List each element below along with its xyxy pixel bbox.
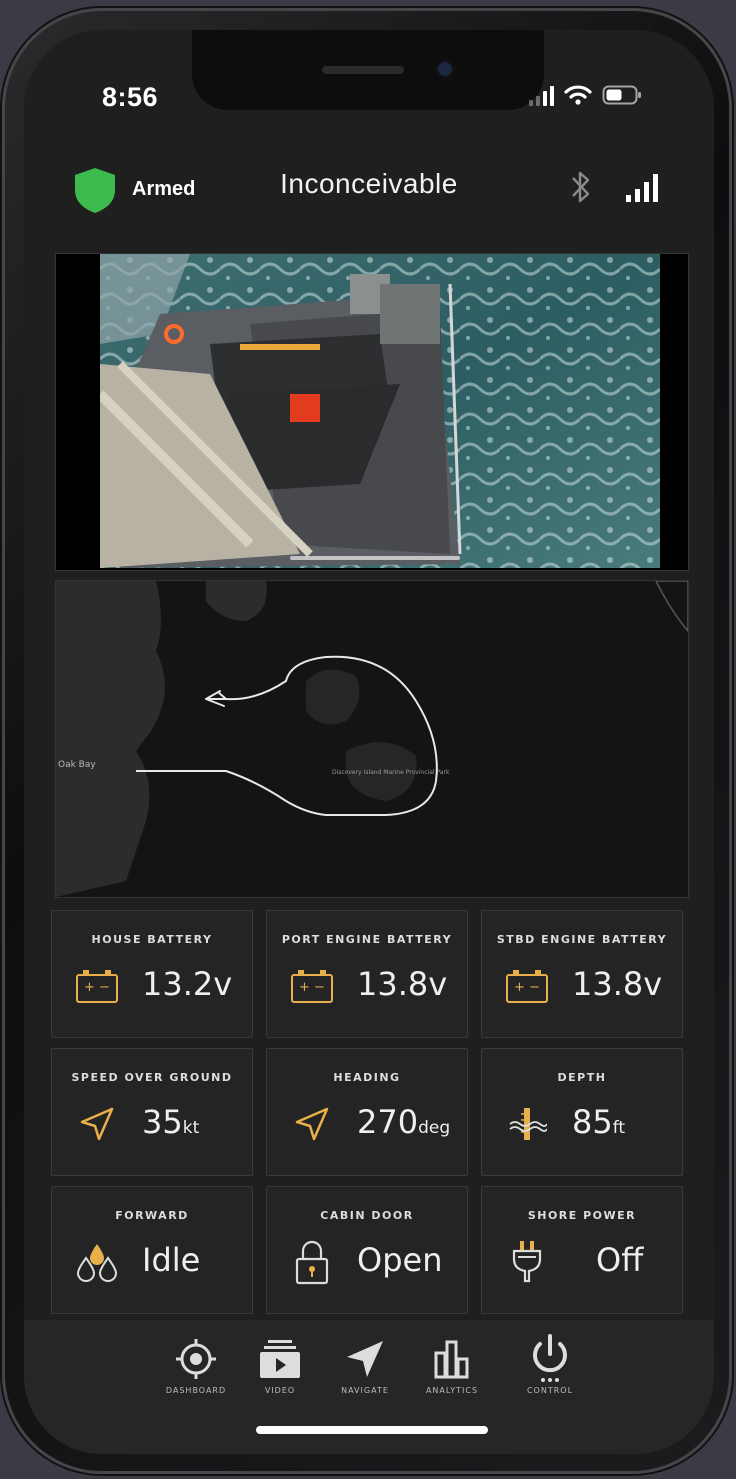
wifi-icon [564, 85, 592, 105]
tile-value: 13.8v [357, 965, 448, 1003]
notch [192, 30, 544, 110]
tab-dashboard[interactable]: DASHBOARD [156, 1336, 236, 1395]
tile-label: SPEED OVER GROUND [71, 1071, 233, 1084]
navigation-arrow-icon [74, 1101, 120, 1147]
svg-text:+ −: + − [84, 980, 110, 995]
bluetooth-icon[interactable] [568, 168, 594, 206]
bar-chart-icon [412, 1336, 492, 1382]
tab-label: ANALYTICS [425, 1386, 479, 1395]
tile-forward-bilge[interactable]: FORWARD Idle [51, 1186, 253, 1314]
power-plug-icon [504, 1239, 550, 1285]
route-map[interactable]: Oak Bay Discovery Island Marine Provinci… [55, 580, 689, 898]
crosshair-icon [156, 1336, 236, 1382]
svg-text:+ −: + − [514, 980, 540, 995]
tile-label: CABIN DOOR [320, 1209, 414, 1222]
video-icon [240, 1336, 320, 1382]
tab-video[interactable]: VIDEO [240, 1336, 320, 1395]
tile-value: Off [596, 1241, 644, 1279]
padlock-icon [289, 1239, 335, 1285]
tile-speed-over-ground[interactable]: SPEED OVER GROUND 35kt [51, 1048, 253, 1176]
tile-label: FORWARD [115, 1209, 189, 1222]
power-icon [510, 1334, 590, 1382]
route-arrow [205, 690, 227, 707]
phone-frame: 8:56 Armed Inconceivable Oak Bay Discove… [2, 8, 732, 1474]
app-header: Armed Inconceivable [24, 160, 714, 220]
tile-label: STBD ENGINE BATTERY [496, 933, 668, 946]
status-time: 8:56 [102, 82, 159, 112]
battery-icon: + − [289, 963, 335, 1009]
app-screen: 8:56 Armed Inconceivable Oak Bay Discove… [24, 30, 714, 1454]
navigation-arrow-icon [289, 1101, 335, 1147]
status-icons [529, 84, 642, 106]
tile-cabin-door[interactable]: CABIN DOOR Open [266, 1186, 468, 1314]
battery-icon: + − [504, 963, 550, 1009]
map-label-park: Discovery Island Marine Provincial Park [332, 769, 450, 776]
tile-port-engine-battery[interactable]: PORT ENGINE BATTERY + − 13.8v [266, 910, 468, 1038]
earpiece-speaker [322, 66, 404, 74]
tile-label: PORT ENGINE BATTERY [281, 933, 453, 946]
tab-analytics[interactable]: ANALYTICS [412, 1336, 492, 1395]
svg-text:+ −: + − [299, 980, 325, 995]
tile-label: HEADING [333, 1071, 401, 1084]
tile-label: DEPTH [557, 1071, 607, 1084]
cellular-signal-icon [529, 84, 554, 106]
tile-label: SHORE POWER [527, 1209, 637, 1222]
tile-label: HOUSE BATTERY [91, 933, 213, 946]
camera-feed[interactable] [55, 253, 689, 571]
navigate-arrow-icon [325, 1336, 405, 1382]
tile-stbd-engine-battery[interactable]: STBD ENGINE BATTERY + − 13.8v [481, 910, 683, 1038]
tile-value: Idle [142, 1241, 201, 1279]
tile-house-battery[interactable]: HOUSE BATTERY + − 13.2v [51, 910, 253, 1038]
map-label-oak-bay: Oak Bay [58, 760, 96, 770]
tile-depth[interactable]: DEPTH 85ft [481, 1048, 683, 1176]
home-indicator[interactable] [256, 1426, 488, 1434]
battery-icon [602, 85, 641, 105]
tile-value: 270deg [357, 1103, 451, 1141]
map-canvas: Oak Bay Discovery Island Marine Provinci… [56, 581, 688, 897]
tab-label: VIDEO [264, 1386, 296, 1395]
tab-label: CONTROL [526, 1386, 574, 1395]
tile-value: 85ft [572, 1103, 626, 1141]
vessel-name: Inconceivable [280, 168, 458, 199]
tile-heading[interactable]: HEADING 270deg [266, 1048, 468, 1176]
tile-value: 35kt [142, 1103, 200, 1141]
tile-value: 13.8v [572, 965, 663, 1003]
tab-label: DASHBOARD [165, 1386, 227, 1395]
tab-label: NAVIGATE [341, 1386, 389, 1395]
bilge-water-drops-icon [74, 1239, 120, 1285]
front-camera [438, 62, 452, 76]
tab-navigate[interactable]: NAVIGATE [325, 1336, 405, 1395]
tile-value: Open [357, 1241, 443, 1279]
depth-gauge-icon [504, 1101, 550, 1147]
deck-camera-image [100, 254, 660, 568]
signal-strength-icon[interactable] [626, 172, 658, 202]
tile-shore-power[interactable]: SHORE POWER Off [481, 1186, 683, 1314]
tile-value: 13.2v [142, 965, 233, 1003]
tab-control[interactable]: CONTROL [510, 1334, 590, 1395]
battery-icon: + − [74, 963, 120, 1009]
